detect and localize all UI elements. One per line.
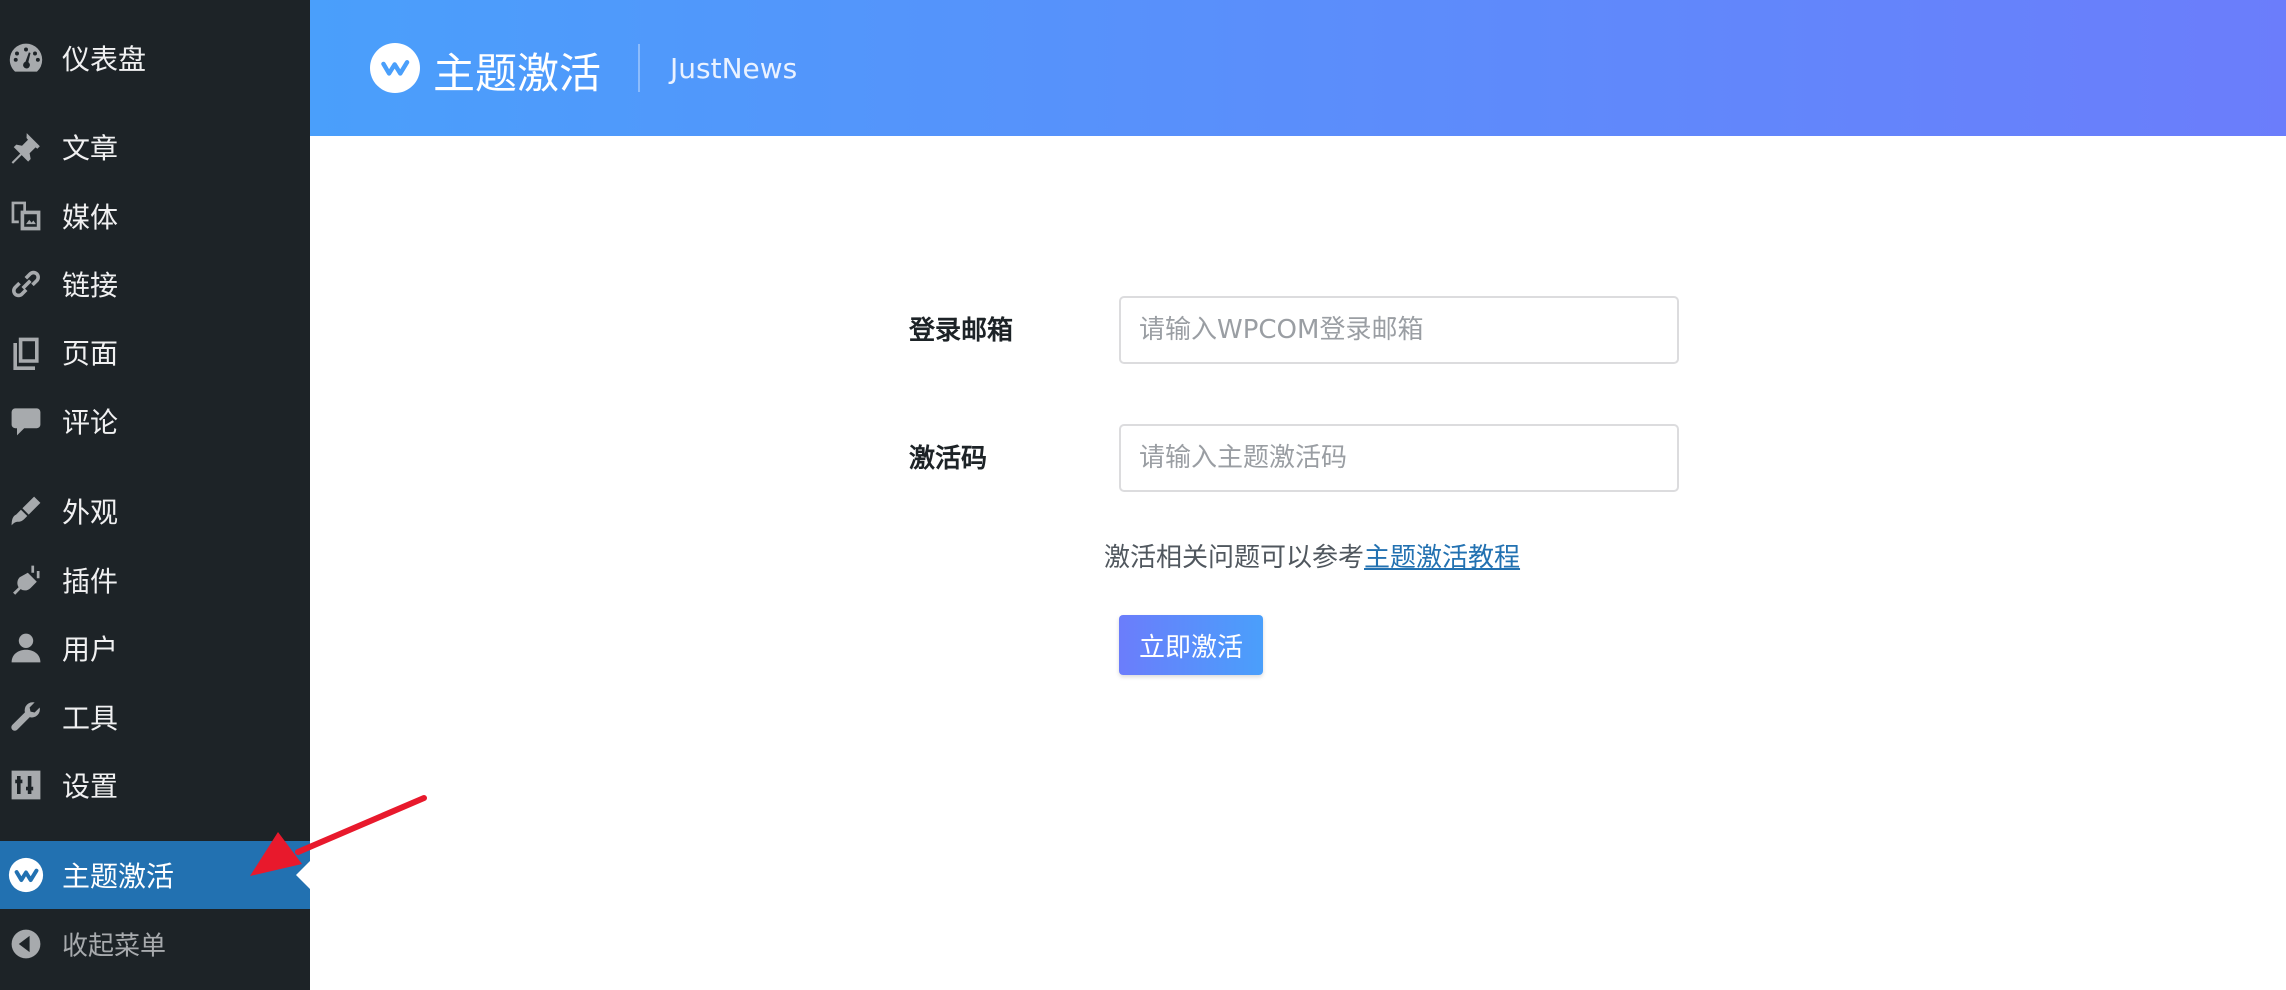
sidebar-item-users[interactable]: 用户 — [0, 614, 310, 682]
sidebar-item-label: 插件 — [62, 565, 119, 598]
page-icon — [8, 334, 44, 370]
annotation-arrow — [250, 795, 427, 876]
theme-name: JustNews — [670, 52, 798, 85]
dashboard-icon — [8, 40, 44, 76]
media-icon — [8, 198, 44, 234]
sidebar-item-label: 仪表盘 — [62, 43, 147, 76]
email-field[interactable] — [1119, 296, 1679, 364]
link-icon — [8, 266, 44, 302]
tutorial-link[interactable]: 主题激活教程 — [1364, 543, 1520, 573]
sidebar-item-plugins[interactable]: 插件 — [0, 546, 310, 614]
pin-icon — [8, 129, 44, 165]
wpcom-logo-icon — [370, 43, 420, 93]
sidebar-item-label: 链接 — [62, 269, 119, 302]
activate-button[interactable]: 立即激活 — [1119, 615, 1263, 675]
sidebar-item-label: 文章 — [62, 132, 119, 165]
sidebar-item-dashboard[interactable]: 仪表盘 — [0, 24, 310, 92]
sidebar-collapse-menu[interactable]: 收起菜单 — [0, 910, 310, 978]
plugin-icon — [8, 562, 44, 598]
wrench-icon — [8, 699, 44, 735]
sidebar-item-posts[interactable]: 文章 — [0, 113, 310, 181]
sidebar-item-label: 用户 — [62, 633, 119, 666]
sidebar-item-appearance[interactable]: 外观 — [0, 477, 310, 545]
sidebar-item-links[interactable]: 链接 — [0, 250, 310, 318]
collapse-icon — [8, 926, 44, 962]
user-icon — [8, 630, 44, 666]
sidebar-item-label: 评论 — [62, 406, 119, 439]
paintbrush-icon — [8, 493, 44, 529]
settings-icon — [8, 767, 44, 803]
sidebar-item-label: 工具 — [62, 702, 119, 735]
sidebar-item-comments[interactable]: 评论 — [0, 387, 310, 455]
comment-icon — [8, 403, 44, 439]
email-label: 登录邮箱 — [909, 316, 1014, 346]
help-text-prefix: 激活相关问题可以参考 — [1104, 543, 1365, 573]
sidebar-item-label: 外观 — [62, 496, 119, 529]
page-title: 主题激活 — [433, 49, 602, 98]
sidebar-item-label: 页面 — [62, 337, 119, 370]
sidebar-item-label: 媒体 — [62, 201, 119, 234]
sidebar-item-pages[interactable]: 页面 — [0, 318, 310, 386]
help-text: 激活相关问题可以参考主题激活教程 — [1104, 537, 1520, 574]
activation-code-field[interactable] — [1119, 424, 1679, 492]
sidebar-item-label: 设置 — [62, 770, 119, 803]
sidebar-item-label: 收起菜单 — [62, 931, 167, 962]
header-divider — [638, 44, 640, 92]
sidebar-item-tools[interactable]: 工具 — [0, 683, 310, 751]
code-label: 激活码 — [909, 444, 988, 474]
wpcom-logo-icon — [8, 857, 44, 893]
sidebar-item-label: 主题激活 — [62, 860, 175, 893]
sidebar-item-media[interactable]: 媒体 — [0, 182, 310, 250]
page-header: 主题激活 JustNews — [310, 0, 2286, 136]
